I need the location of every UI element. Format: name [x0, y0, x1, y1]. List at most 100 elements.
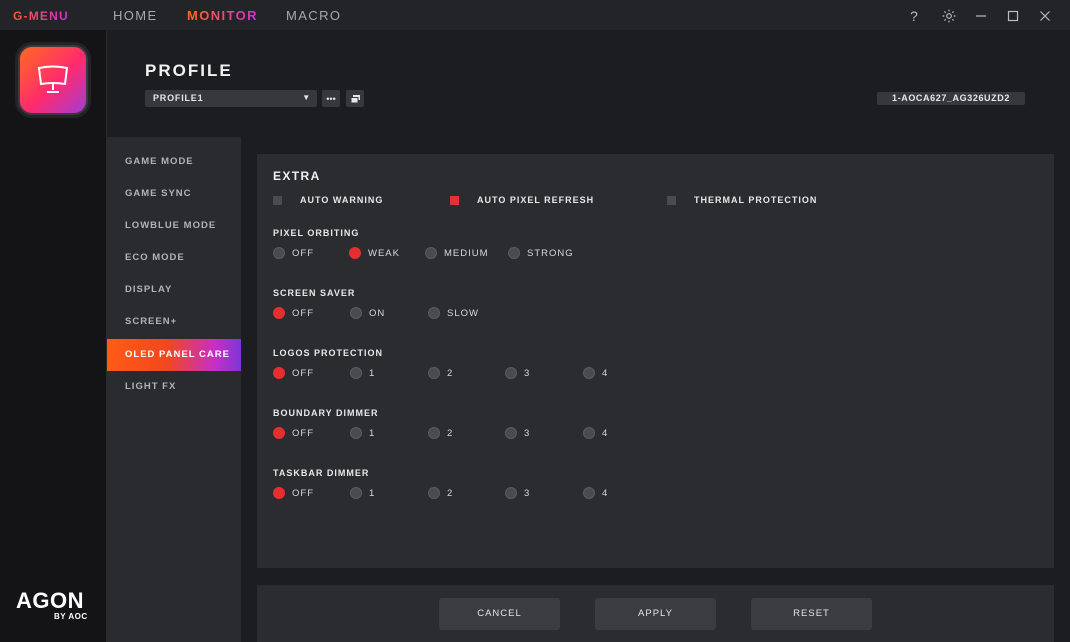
radio-dot	[583, 487, 595, 499]
auto-warning-checkbox[interactable]: AUTO WARNING	[273, 195, 383, 205]
taskbar-dimmer-1-radio[interactable]: 1	[350, 487, 375, 499]
pixel-orbiting-strong-radio[interactable]: STRONG	[508, 247, 574, 259]
radio-dot	[428, 487, 440, 499]
agon-logo: AGON BY AOC	[16, 588, 88, 622]
menu-item-screen-plus[interactable]: SCREEN+	[107, 306, 241, 338]
radio-label: 1	[369, 487, 376, 499]
radio-dot	[273, 487, 285, 499]
taskbar-dimmer-3-radio[interactable]: 3	[505, 487, 530, 499]
radio-label: OFF	[292, 427, 314, 439]
page-title: PROFILE	[145, 61, 233, 80]
screen-saver-label: SCREEN SAVER	[273, 288, 356, 298]
radio-label: 1	[369, 427, 376, 439]
pixel-orbiting-off-radio[interactable]: OFF	[273, 247, 314, 259]
radio-label: 4	[602, 427, 609, 439]
section-title: EXTRA	[273, 169, 321, 183]
cancel-button[interactable]: CANCEL	[439, 598, 560, 630]
profile-dropdown-value: PROFILE1	[153, 93, 204, 103]
title-bar: G-MENU HOME MONITOR MACRO ?	[0, 0, 1070, 30]
menu-item-light-fx[interactable]: LIGHT FX	[107, 371, 241, 403]
pixel-orbiting-label: PIXEL ORBITING	[273, 228, 360, 238]
radio-label: OFF	[292, 307, 314, 319]
profile-dropdown[interactable]: PROFILE1 ▼	[145, 90, 317, 107]
radio-dot	[428, 307, 440, 319]
radio-dot	[349, 247, 361, 259]
monitor-app-icon[interactable]	[18, 45, 88, 115]
boundary-dimmer-2-radio[interactable]: 2	[428, 427, 453, 439]
taskbar-dimmer-4-radio[interactable]: 4	[583, 487, 608, 499]
taskbar-dimmer-2-radio[interactable]: 2	[428, 487, 453, 499]
menu-item-display[interactable]: DISPLAY	[107, 274, 241, 306]
radio-dot	[428, 367, 440, 379]
pixel-orbiting-medium-radio[interactable]: MEDIUM	[425, 247, 489, 259]
checkbox-label: AUTO WARNING	[300, 195, 384, 205]
radio-dot	[508, 247, 520, 259]
menu-item-game-mode[interactable]: GAME MODE	[107, 146, 241, 178]
gear-icon[interactable]	[939, 6, 959, 26]
logos-protection-label: LOGOS PROTECTION	[273, 348, 384, 358]
help-icon[interactable]: ?	[904, 6, 924, 26]
screen-saver-on-radio[interactable]: ON	[350, 307, 385, 319]
maximize-icon[interactable]	[1003, 6, 1023, 26]
radio-dot	[273, 307, 285, 319]
radio-dot	[505, 487, 517, 499]
minimize-icon[interactable]	[971, 6, 991, 26]
boundary-dimmer-4-radio[interactable]: 4	[583, 427, 608, 439]
radio-dot	[350, 367, 362, 379]
close-icon[interactable]	[1035, 6, 1055, 26]
radio-label: ON	[369, 307, 386, 319]
logos-protection-3-radio[interactable]: 3	[505, 367, 530, 379]
radio-label: 2	[447, 487, 454, 499]
boundary-dimmer-label: BOUNDARY DIMMER	[273, 408, 379, 418]
more-options-button[interactable]: •••	[322, 90, 340, 107]
checkbox-box	[450, 195, 459, 205]
menu-item-oled-panel-care[interactable]: OLED PANEL CARE	[107, 339, 241, 371]
radio-dot	[505, 427, 517, 439]
radio-label: 4	[602, 487, 609, 499]
menu-item-game-sync[interactable]: GAME SYNC	[107, 178, 241, 210]
radio-dot	[505, 367, 517, 379]
radio-dot	[273, 427, 285, 439]
tab-macro[interactable]: MACRO	[286, 8, 341, 23]
pixel-orbiting-weak-radio[interactable]: WEAK	[349, 247, 400, 259]
radio-label: OFF	[292, 487, 314, 499]
logos-protection-off-radio[interactable]: OFF	[273, 367, 314, 379]
radio-label: 3	[524, 367, 531, 379]
logos-protection-4-radio[interactable]: 4	[583, 367, 608, 379]
auto-pixel-refresh-checkbox[interactable]: AUTO PIXEL REFRESH	[450, 195, 594, 205]
radio-dot	[425, 247, 437, 259]
logos-protection-1-radio[interactable]: 1	[350, 367, 375, 379]
radio-dot	[583, 367, 595, 379]
radio-label: WEAK	[368, 247, 400, 259]
checkbox-box	[273, 195, 282, 205]
logos-protection-2-radio[interactable]: 2	[428, 367, 453, 379]
radio-label: MEDIUM	[444, 247, 489, 259]
boundary-dimmer-3-radio[interactable]: 3	[505, 427, 530, 439]
boundary-dimmer-off-radio[interactable]: OFF	[273, 427, 314, 439]
radio-label: OFF	[292, 367, 314, 379]
radio-label: OFF	[292, 247, 314, 259]
profile-header: PROFILE PROFILE1 ▼ ••• 1-AOCA627_AG326UZ…	[107, 30, 1070, 137]
radio-dot	[273, 367, 285, 379]
taskbar-dimmer-off-radio[interactable]: OFF	[273, 487, 314, 499]
checkbox-label: AUTO PIXEL REFRESH	[477, 195, 595, 205]
monitor-icon	[37, 65, 69, 93]
radio-dot	[350, 307, 362, 319]
apply-button[interactable]: APPLY	[595, 598, 716, 630]
radio-label: 1	[369, 367, 376, 379]
screen-saver-slow-radio[interactable]: SLOW	[428, 307, 479, 319]
radio-label: SLOW	[447, 307, 479, 319]
menu-item-eco-mode[interactable]: ECO MODE	[107, 242, 241, 274]
boundary-dimmer-1-radio[interactable]: 1	[350, 427, 375, 439]
tab-monitor[interactable]: MONITOR	[187, 8, 258, 23]
radio-label: 2	[447, 367, 454, 379]
menu-item-lowblue-mode[interactable]: LOWBLUE MODE	[107, 210, 241, 242]
screen-saver-off-radio[interactable]: OFF	[273, 307, 314, 319]
reset-button[interactable]: RESET	[751, 598, 872, 630]
tab-home[interactable]: HOME	[113, 8, 158, 23]
monitor-model-badge: 1-AOCA627_AG326UZD2	[877, 92, 1025, 105]
thermal-protection-checkbox[interactable]: THERMAL PROTECTION	[667, 195, 817, 205]
checkbox-box	[667, 195, 676, 205]
chevron-down-icon: ▼	[302, 93, 311, 102]
profile-copy-button[interactable]	[346, 90, 364, 107]
